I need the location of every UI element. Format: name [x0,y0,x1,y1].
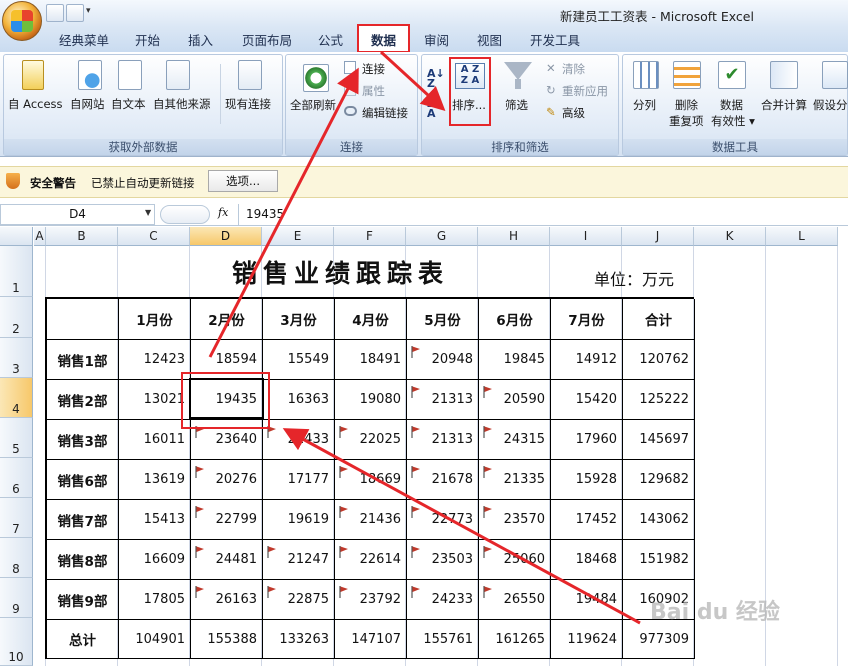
office-logo-icon [11,10,33,32]
arrow-to-connections [208,67,359,358]
office-button[interactable] [2,1,42,41]
annotation-arrows [208,50,641,625]
arrow-to-cell [282,428,641,625]
arrow-to-sort [379,50,446,112]
